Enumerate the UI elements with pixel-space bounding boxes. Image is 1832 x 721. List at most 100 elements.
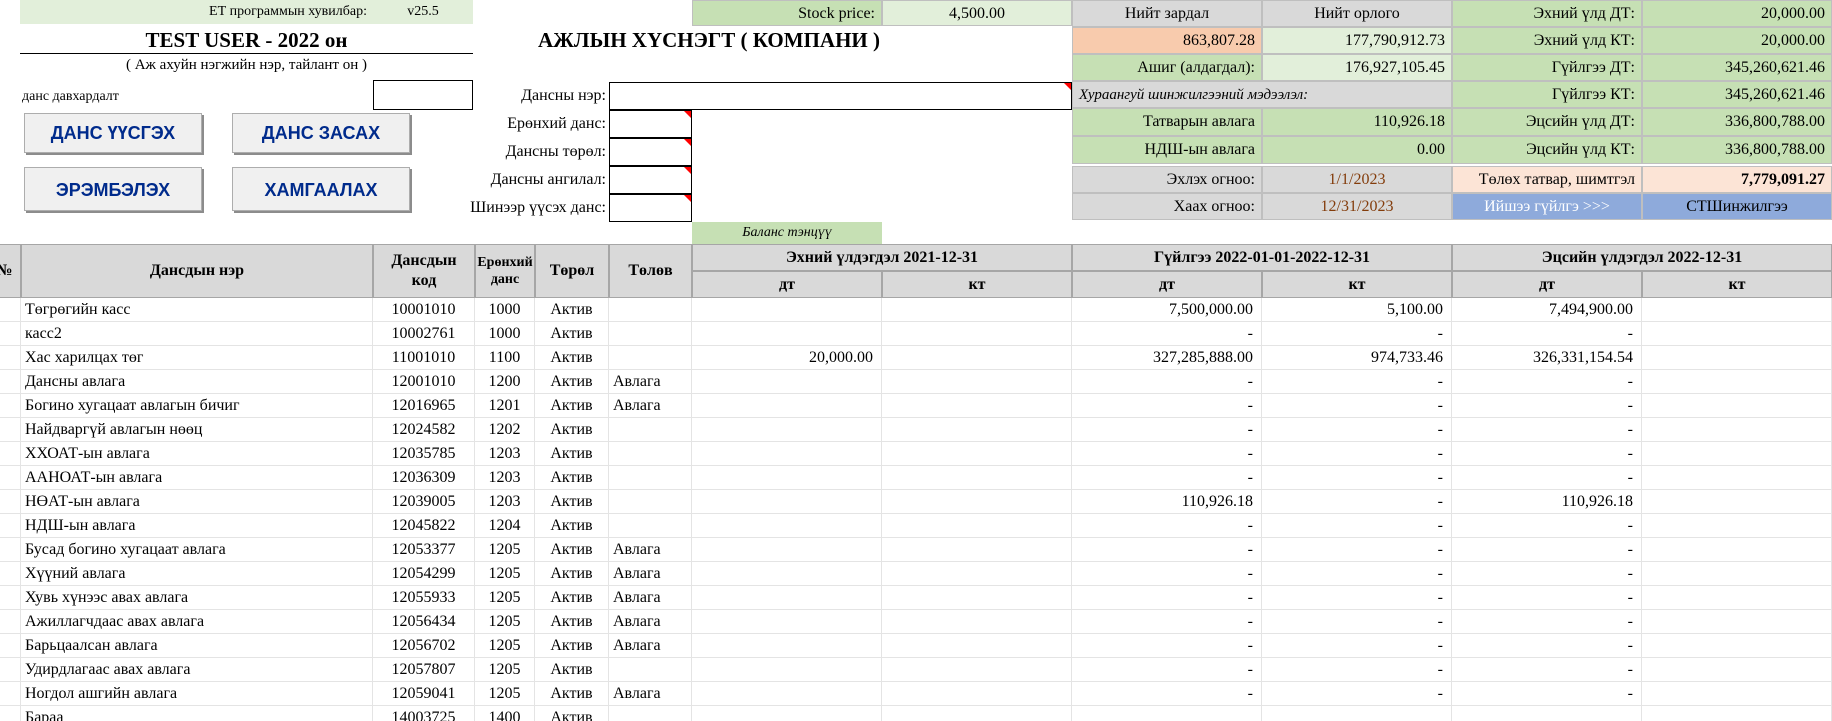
cell-cdt[interactable]: 7,494,900.00: [1452, 298, 1642, 322]
cell-cdt[interactable]: -: [1452, 418, 1642, 442]
cell-name[interactable]: касс2: [21, 322, 373, 346]
cell-code[interactable]: 11001010: [373, 346, 475, 370]
table-row[interactable]: Бусад богино хугацаат авлага 12053377 1205…: [0, 538, 1832, 562]
cell-status[interactable]: [609, 346, 692, 370]
cell-gen[interactable]: 1203: [475, 490, 535, 514]
cell-num[interactable]: [0, 490, 21, 514]
cell-okt[interactable]: [882, 634, 1072, 658]
cell-tdt[interactable]: -: [1072, 466, 1262, 490]
cell-ckt[interactable]: [1642, 346, 1832, 370]
cell-name[interactable]: Барьцаалсан авлага: [21, 634, 373, 658]
cell-gen[interactable]: 1205: [475, 610, 535, 634]
cell-status[interactable]: Авлага: [609, 682, 692, 706]
create-account-button[interactable]: ДАНС ҮҮСГЭХ: [24, 113, 202, 153]
cell-type[interactable]: Актив: [535, 298, 609, 322]
cell-cdt[interactable]: -: [1452, 370, 1642, 394]
cell-ckt[interactable]: [1642, 634, 1832, 658]
cell-type[interactable]: Актив: [535, 586, 609, 610]
cell-okt[interactable]: [882, 610, 1072, 634]
table-row[interactable]: касс2 10002761 1000 Актив - - -: [0, 322, 1832, 346]
cell-odt[interactable]: [692, 658, 882, 682]
cell-num[interactable]: [0, 298, 21, 322]
cell-tdt[interactable]: -: [1072, 514, 1262, 538]
cell-num[interactable]: [0, 586, 21, 610]
table-row[interactable]: Төгрөгийн касс 10001010 1000 Актив 7,500,000…: [0, 298, 1832, 322]
cell-cdt[interactable]: -: [1452, 538, 1642, 562]
cell-ckt[interactable]: [1642, 586, 1832, 610]
cell-cdt[interactable]: -: [1452, 514, 1642, 538]
cell-status[interactable]: Авлага: [609, 394, 692, 418]
cell-code[interactable]: 12039005: [373, 490, 475, 514]
cell-tdt[interactable]: -: [1072, 322, 1262, 346]
cell-name[interactable]: Төгрөгийн касс: [21, 298, 373, 322]
table-row[interactable]: Барьцаалсан авлага 12056702 1205 Актив Авлаг…: [0, 634, 1832, 658]
cell-okt[interactable]: [882, 322, 1072, 346]
cell-code[interactable]: 12054299: [373, 562, 475, 586]
cell-odt[interactable]: [692, 490, 882, 514]
cell-num[interactable]: [0, 346, 21, 370]
cell-okt[interactable]: [882, 442, 1072, 466]
cell-tkt[interactable]: 5,100.00: [1262, 298, 1452, 322]
cell-tkt[interactable]: -: [1262, 394, 1452, 418]
cell-code[interactable]: 12001010: [373, 370, 475, 394]
transactions-link[interactable]: Ийшээ гүйлгэ >>>: [1452, 193, 1642, 220]
table-row[interactable]: ААНОАТ-ын авлага 12036309 1203 Актив - - -: [0, 466, 1832, 490]
cell-tdt[interactable]: -: [1072, 394, 1262, 418]
cell-okt[interactable]: [882, 658, 1072, 682]
cell-name[interactable]: ААНОАТ-ын авлага: [21, 466, 373, 490]
cell-okt[interactable]: [882, 370, 1072, 394]
cell-gen[interactable]: 1203: [475, 466, 535, 490]
cell-ckt[interactable]: [1642, 394, 1832, 418]
table-row[interactable]: ХХОАТ-ын авлага 12035785 1203 Актив - - -: [0, 442, 1832, 466]
cell-okt[interactable]: [882, 394, 1072, 418]
cell-tdt[interactable]: -: [1072, 682, 1262, 706]
cell-num[interactable]: [0, 658, 21, 682]
cell-odt[interactable]: [692, 394, 882, 418]
cell-odt[interactable]: [692, 538, 882, 562]
cell-type[interactable]: Актив: [535, 634, 609, 658]
cell-status[interactable]: [609, 298, 692, 322]
cell-cdt[interactable]: -: [1452, 634, 1642, 658]
cell-code[interactable]: 12016965: [373, 394, 475, 418]
cell-num[interactable]: [0, 706, 21, 721]
protect-button[interactable]: ХАМГААЛАХ: [232, 167, 410, 211]
cell-code[interactable]: 14003725: [373, 706, 475, 721]
cell-type[interactable]: Актив: [535, 538, 609, 562]
cell-gen[interactable]: 1203: [475, 442, 535, 466]
cell-cdt[interactable]: -: [1452, 394, 1642, 418]
cell-status[interactable]: [609, 418, 692, 442]
cell-ckt[interactable]: [1642, 298, 1832, 322]
cell-odt[interactable]: [692, 706, 882, 721]
cell-gen[interactable]: 1201: [475, 394, 535, 418]
cell-tdt[interactable]: [1072, 706, 1262, 721]
cell-name[interactable]: Хувь хүнээс авах авлага: [21, 586, 373, 610]
cell-code[interactable]: 10001010: [373, 298, 475, 322]
table-row[interactable]: НДШ-ын авлага 12045822 1204 Актив - - -: [0, 514, 1832, 538]
cell-code[interactable]: 12035785: [373, 442, 475, 466]
cell-cdt[interactable]: -: [1452, 466, 1642, 490]
edit-account-button[interactable]: ДАНС ЗАСАХ: [232, 113, 410, 153]
cell-tdt[interactable]: -: [1072, 418, 1262, 442]
cell-num[interactable]: [0, 538, 21, 562]
cell-okt[interactable]: [882, 514, 1072, 538]
cell-name[interactable]: Найдваргүй авлагын нөөц: [21, 418, 373, 442]
cell-okt[interactable]: [882, 706, 1072, 721]
cell-ckt[interactable]: [1642, 610, 1832, 634]
cell-ckt[interactable]: [1642, 490, 1832, 514]
cell-odt[interactable]: [692, 370, 882, 394]
cell-name[interactable]: Бараа: [21, 706, 373, 721]
cell-num[interactable]: [0, 466, 21, 490]
cell-okt[interactable]: [882, 490, 1072, 514]
table-row[interactable]: Дансны авлага 12001010 1200 Актив Авлага - - -: [0, 370, 1832, 394]
cell-gen[interactable]: 1200: [475, 370, 535, 394]
cell-name[interactable]: ХХОАТ-ын авлага: [21, 442, 373, 466]
cell-gen[interactable]: 1204: [475, 514, 535, 538]
cell-gen[interactable]: 1202: [475, 418, 535, 442]
cell-okt[interactable]: [882, 298, 1072, 322]
cell-tkt[interactable]: -: [1262, 490, 1452, 514]
cell-type[interactable]: Актив: [535, 322, 609, 346]
cell-status[interactable]: Авлага: [609, 610, 692, 634]
cell-name[interactable]: Бусад богино хугацаат авлага: [21, 538, 373, 562]
cell-okt[interactable]: [882, 466, 1072, 490]
cell-gen[interactable]: 1400: [475, 706, 535, 721]
